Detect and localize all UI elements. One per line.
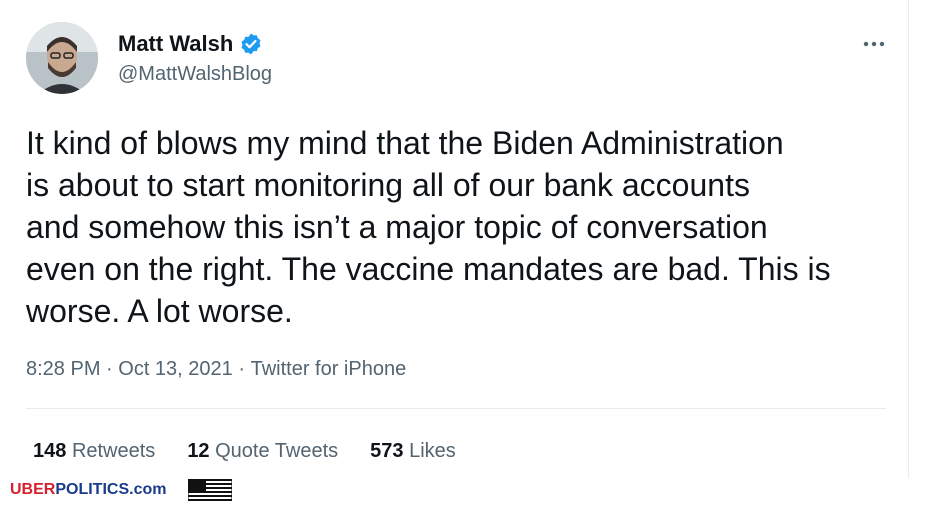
likes-count: 573 [370,440,404,462]
meta-separator: · [232,358,251,380]
display-name[interactable]: Matt Walsh [118,31,233,57]
tweet-source[interactable]: Twitter for iPhone [251,358,407,381]
quote-tweets-label: Quote Tweets [215,440,339,462]
tweet-card: Matt Walsh @MattWalshBlog It kind of blo… [0,0,909,479]
avatar[interactable] [26,22,98,94]
meta-separator: · [100,358,119,380]
divider [26,408,886,409]
author-name-row[interactable]: Matt Walsh [118,31,263,57]
likes-stat[interactable]: 573 Likes [370,440,456,463]
watermark-part-politics: POLITICS.com [55,481,167,498]
tweet-date[interactable]: Oct 13, 2021 [118,358,233,381]
retweets-label: Retweets [71,440,156,462]
tweet-stats: 148 Retweets 12 Quote Tweets 573 Likes [33,440,488,463]
tweet-time[interactable]: 8:28 PM [26,358,100,381]
quote-tweets-stat[interactable]: 12 Quote Tweets [187,440,338,463]
tweet-text: It kind of blows my mind that the Biden … [26,125,831,329]
likes-label: Likes [409,440,456,462]
verified-badge-icon [239,32,263,56]
profile-photo [26,22,98,94]
watermark-text: UBERPOLITICS.com [10,481,166,499]
quote-tweets-count: 12 [187,440,210,462]
author-handle[interactable]: @MattWalshBlog [118,63,272,86]
us-flag-icon [187,478,233,502]
retweets-stat[interactable]: 148 Retweets [33,440,155,463]
retweets-count: 148 [33,440,67,462]
watermark-part-uber: UBER [10,481,56,498]
tweet-meta: 8:28 PM · Oct 13, 2021 · Twitter for iPh… [26,358,406,381]
more-options-icon[interactable] [858,32,890,56]
